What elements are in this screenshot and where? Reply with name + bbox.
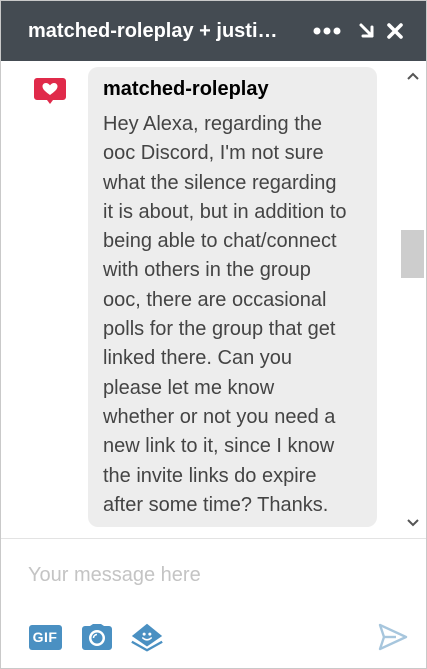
- message-scrollbar[interactable]: [399, 61, 426, 538]
- heart-icon: [34, 78, 66, 104]
- chat-header: matched-roleplay + justi…: [1, 1, 426, 61]
- message-line: polls for the group that get: [103, 318, 336, 341]
- message-line: Hey Alexa, regarding the: [103, 113, 323, 135]
- gif-icon: GIF: [28, 624, 62, 650]
- send-icon: [378, 623, 408, 651]
- chat-title: matched-roleplay + justi…: [28, 19, 278, 42]
- close-icon: [387, 23, 403, 39]
- message-input[interactable]: [25, 557, 401, 593]
- chat-window: matched-roleplay + justi… matched-rolepl…: [0, 0, 427, 669]
- arrow-down-right-icon: [359, 23, 374, 38]
- message-text: Hey Alexa, regarding the ooc Discord, I'…: [103, 110, 363, 520]
- scroll-up-button[interactable]: [399, 63, 426, 89]
- composer: GIF: [1, 538, 426, 668]
- message-line: after some time? Thanks.: [103, 493, 329, 516]
- more-options-button[interactable]: [311, 15, 343, 47]
- message-sender[interactable]: matched-roleplay: [103, 78, 363, 100]
- sticker-button[interactable]: [129, 619, 165, 655]
- message-bubble: matched-roleplay Hey Alexa, regarding th…: [88, 67, 377, 527]
- avatar[interactable]: [28, 69, 72, 113]
- message-line: linked there. Can you: [103, 347, 293, 370]
- message-line: it is about, but in addition to: [103, 200, 347, 223]
- gif-button[interactable]: GIF: [27, 619, 63, 655]
- message-line: ooc, there are occasional: [103, 288, 327, 311]
- message-list: matched-roleplay Hey Alexa, regarding th…: [1, 61, 426, 538]
- message-line: new link to it, since I know: [103, 435, 335, 458]
- more-dots-icon: [313, 27, 341, 35]
- message-line: what the silence regarding: [103, 171, 337, 194]
- send-button[interactable]: [375, 619, 411, 655]
- close-button[interactable]: [379, 15, 411, 47]
- scrollbar-thumb[interactable]: [401, 230, 424, 278]
- message-line: being able to chat/connect: [103, 230, 337, 253]
- message-line: ooc Discord, I'm not sure: [103, 142, 324, 165]
- chevron-up-icon: [407, 72, 419, 80]
- message-line: please let me know: [103, 376, 275, 399]
- photo-button[interactable]: [79, 619, 115, 655]
- message-line: the invite links do expire: [103, 464, 317, 487]
- message-line: whether or not you need a: [103, 405, 336, 428]
- camera-icon: [82, 624, 112, 650]
- scroll-down-button[interactable]: [399, 510, 426, 536]
- message-line: with others in the group: [103, 259, 311, 282]
- chevron-down-icon: [407, 519, 419, 527]
- sticker-icon: [131, 623, 163, 652]
